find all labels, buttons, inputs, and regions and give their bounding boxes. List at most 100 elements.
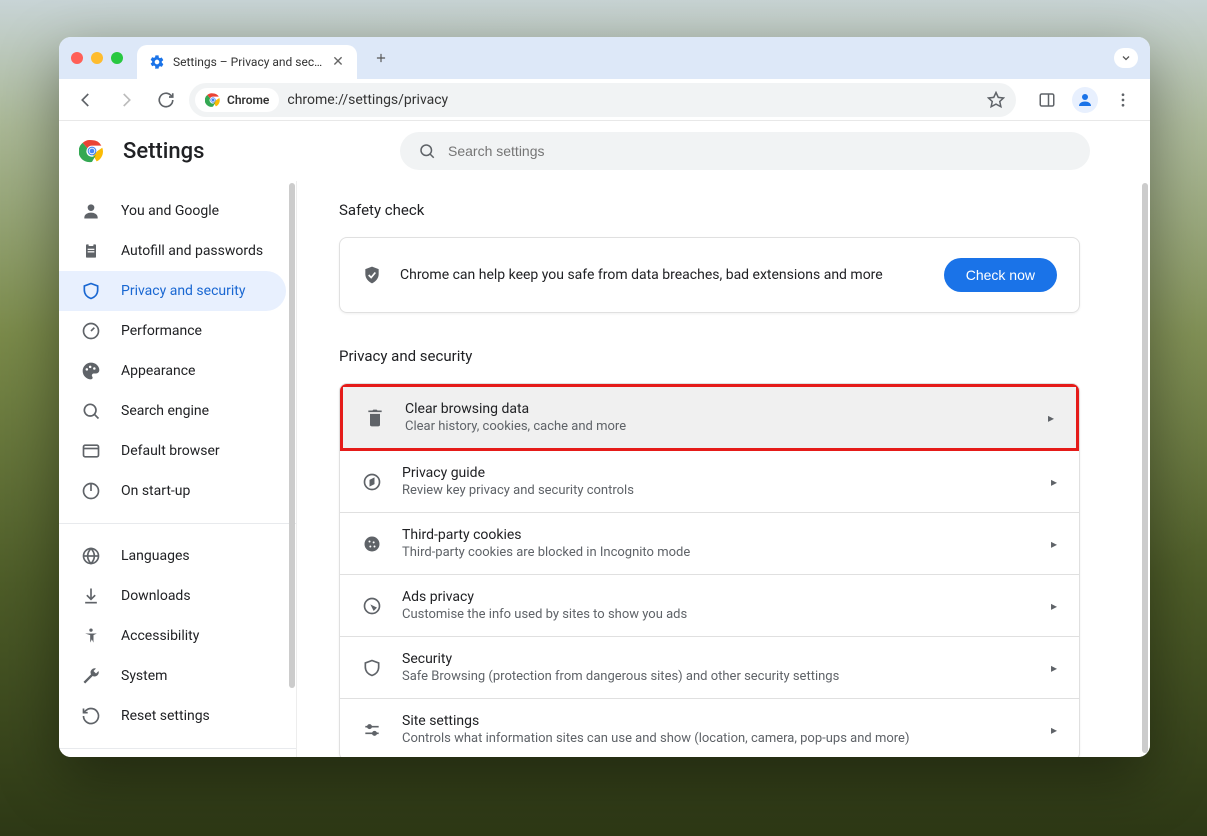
shield-icon bbox=[81, 281, 101, 301]
sidebar-item-label: Downloads bbox=[121, 588, 191, 604]
divider bbox=[59, 748, 296, 749]
panel-toggle-icon[interactable] bbox=[1030, 83, 1064, 117]
chevron-right-icon: ▸ bbox=[1051, 599, 1057, 613]
bookmark-star-icon[interactable] bbox=[982, 86, 1010, 114]
sidebar-item-on-startup[interactable]: On start-up bbox=[59, 471, 296, 511]
setting-third-party-cookies[interactable]: Third-party cookies Third-party cookies … bbox=[340, 513, 1079, 575]
reset-icon bbox=[81, 706, 101, 726]
sidebar-item-default-browser[interactable]: Default browser bbox=[59, 431, 296, 471]
window-close[interactable] bbox=[71, 52, 83, 64]
setting-title: Third-party cookies bbox=[402, 527, 1031, 543]
new-tab-button[interactable] bbox=[367, 44, 395, 72]
setting-title: Site settings bbox=[402, 713, 1031, 729]
sidebar-item-label: Privacy and security bbox=[121, 283, 245, 299]
chevron-right-icon: ▸ bbox=[1051, 661, 1057, 675]
forward-button[interactable] bbox=[109, 83, 143, 117]
setting-security[interactable]: Security Safe Browsing (protection from … bbox=[340, 637, 1079, 699]
setting-title: Privacy guide bbox=[402, 465, 1031, 481]
window-minimize[interactable] bbox=[91, 52, 103, 64]
setting-subtitle: Customise the info used by sites to show… bbox=[402, 607, 1031, 622]
sidebar-item-label: Languages bbox=[121, 548, 190, 564]
setting-privacy-guide[interactable]: Privacy guide Review key privacy and sec… bbox=[340, 451, 1079, 513]
settings-header: Settings bbox=[59, 121, 1150, 181]
setting-subtitle: Controls what information sites can use … bbox=[402, 731, 1031, 746]
sidebar-item-label: Autofill and passwords bbox=[121, 243, 263, 259]
sidebar-item-reset[interactable]: Reset settings bbox=[59, 696, 296, 736]
setting-title: Ads privacy bbox=[402, 589, 1031, 605]
sidebar-item-system[interactable]: System bbox=[59, 656, 296, 696]
shield-icon bbox=[362, 658, 382, 678]
sidebar-item-accessibility[interactable]: Accessibility bbox=[59, 616, 296, 656]
traffic-lights bbox=[71, 52, 123, 64]
chevron-right-icon: ▸ bbox=[1051, 475, 1057, 489]
ads-icon bbox=[362, 596, 382, 616]
accessibility-icon bbox=[81, 626, 101, 646]
site-chip-label: Chrome bbox=[227, 93, 269, 107]
compass-icon bbox=[362, 472, 382, 492]
sidebar-item-downloads[interactable]: Downloads bbox=[59, 576, 296, 616]
sidebar-item-autofill[interactable]: Autofill and passwords bbox=[59, 231, 296, 271]
sidebar-item-label: System bbox=[121, 668, 167, 684]
address-bar[interactable]: Chrome chrome://settings/privacy bbox=[189, 83, 1016, 117]
address-url: chrome://settings/privacy bbox=[287, 92, 974, 108]
browser-window: Settings – Privacy and secur ✕ Chrome c bbox=[59, 37, 1150, 757]
reload-button[interactable] bbox=[149, 83, 183, 117]
chevron-right-icon: ▸ bbox=[1051, 537, 1057, 551]
scrollbar[interactable] bbox=[1142, 183, 1148, 753]
profile-avatar[interactable] bbox=[1068, 83, 1102, 117]
toolbar: Chrome chrome://settings/privacy bbox=[59, 79, 1150, 121]
sidebar-item-you-and-google[interactable]: You and Google bbox=[59, 191, 296, 231]
divider bbox=[59, 523, 296, 524]
setting-subtitle: Clear history, cookies, cache and more bbox=[405, 419, 1028, 434]
sidebar-item-label: Default browser bbox=[121, 443, 220, 459]
tab-title: Settings – Privacy and secur bbox=[173, 55, 323, 69]
power-icon bbox=[81, 481, 101, 501]
sidebar-item-languages[interactable]: Languages bbox=[59, 536, 296, 576]
sidebar-item-performance[interactable]: Performance bbox=[59, 311, 296, 351]
setting-subtitle: Third-party cookies are blocked in Incog… bbox=[402, 545, 1031, 560]
tab-active[interactable]: Settings – Privacy and secur ✕ bbox=[137, 45, 357, 79]
setting-clear-browsing-data[interactable]: Clear browsing data Clear history, cooki… bbox=[340, 384, 1079, 451]
title-bar: Settings – Privacy and secur ✕ bbox=[59, 37, 1150, 79]
sidebar-item-label: Reset settings bbox=[121, 708, 210, 724]
setting-subtitle: Safe Browsing (protection from dangerous… bbox=[402, 669, 1031, 684]
check-now-button[interactable]: Check now bbox=[944, 258, 1057, 292]
main-content: Safety check Chrome can help keep you sa… bbox=[297, 181, 1150, 757]
section-label-privacy: Privacy and security bbox=[339, 347, 1080, 365]
safety-check-card: Chrome can help keep you safe from data … bbox=[339, 237, 1080, 313]
sidebar-item-appearance[interactable]: Appearance bbox=[59, 351, 296, 391]
sidebar-item-search-engine[interactable]: Search engine bbox=[59, 391, 296, 431]
chevron-right-icon: ▸ bbox=[1051, 723, 1057, 737]
browser-icon bbox=[81, 441, 101, 461]
setting-subtitle: Review key privacy and security controls bbox=[402, 483, 1031, 498]
sidebar-item-label: On start-up bbox=[121, 483, 190, 499]
safety-text: Chrome can help keep you safe from data … bbox=[400, 267, 926, 283]
search-input[interactable] bbox=[448, 143, 1072, 159]
setting-title: Clear browsing data bbox=[405, 401, 1028, 417]
kebab-menu-icon[interactable] bbox=[1106, 83, 1140, 117]
sidebar-item-label: You and Google bbox=[121, 203, 219, 219]
tabs-dropdown[interactable] bbox=[1114, 48, 1138, 68]
scrollbar[interactable] bbox=[289, 183, 295, 688]
setting-site-settings[interactable]: Site settings Controls what information … bbox=[340, 699, 1079, 757]
palette-icon bbox=[81, 361, 101, 381]
tab-close-icon[interactable]: ✕ bbox=[331, 55, 345, 69]
sidebar-item-label: Appearance bbox=[121, 363, 195, 379]
sidebar: You and Google Autofill and passwords Pr… bbox=[59, 181, 297, 757]
search-icon bbox=[81, 401, 101, 421]
setting-ads-privacy[interactable]: Ads privacy Customise the info used by s… bbox=[340, 575, 1079, 637]
wrench-icon bbox=[81, 666, 101, 686]
clipboard-icon bbox=[81, 241, 101, 261]
globe-icon bbox=[81, 546, 101, 566]
window-maximize[interactable] bbox=[111, 52, 123, 64]
section-label-safety: Safety check bbox=[339, 201, 1080, 219]
sidebar-item-label: Performance bbox=[121, 323, 202, 339]
site-chip[interactable]: Chrome bbox=[195, 88, 279, 112]
setting-title: Security bbox=[402, 651, 1031, 667]
speedometer-icon bbox=[81, 321, 101, 341]
chevron-right-icon: ▸ bbox=[1048, 411, 1054, 425]
sidebar-item-privacy-security[interactable]: Privacy and security bbox=[59, 271, 286, 311]
search-settings[interactable] bbox=[400, 132, 1090, 170]
back-button[interactable] bbox=[69, 83, 103, 117]
page-title: Settings bbox=[123, 139, 204, 164]
